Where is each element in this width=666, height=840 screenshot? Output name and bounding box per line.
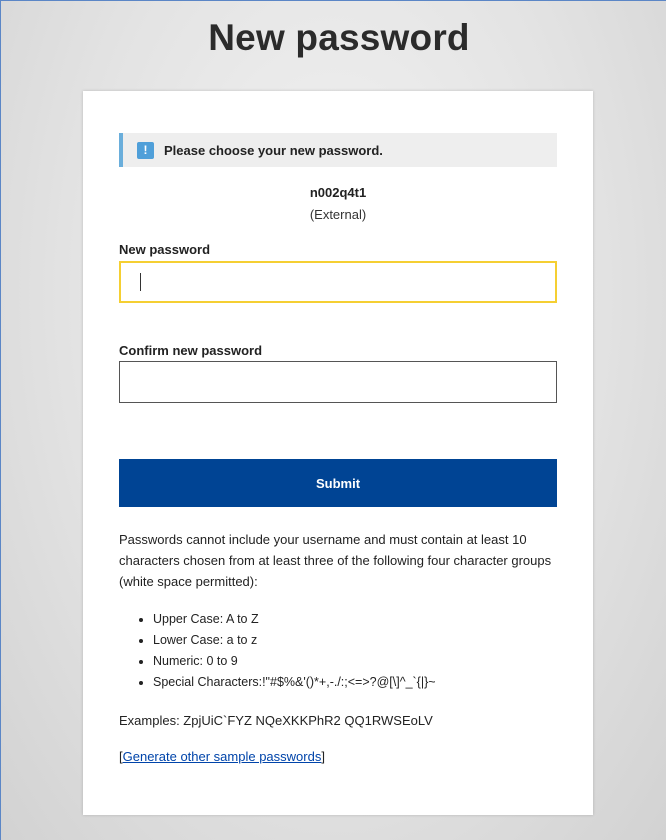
- page-title: New password: [208, 17, 470, 58]
- confirm-password-label: Confirm new password: [119, 343, 263, 358]
- rule-item-lower: Lower Case: a to z: [153, 630, 436, 651]
- generate-passwords: [Generate other sample passwords]: [119, 749, 325, 764]
- confirm-password-input[interactable]: [119, 361, 557, 403]
- new-password-label: New password: [119, 242, 211, 257]
- rule-item-special: Special Characters:!"#$%&'()*+,-./:;<=>?…: [153, 672, 436, 693]
- new-password-input[interactable]: [119, 261, 557, 303]
- password-examples: Examples: ZpjUiC`FYZ NQeXKKPhR2 QQ1RWSEo…: [119, 713, 433, 728]
- user-type: (External): [309, 207, 367, 222]
- text-caret: [140, 273, 141, 291]
- username: n002q4t1: [309, 185, 367, 200]
- bracket-close: ]: [321, 749, 325, 764]
- generate-passwords-link[interactable]: Generate other sample passwords: [123, 749, 322, 764]
- exclamation-icon: !: [137, 141, 154, 159]
- password-card: ! Please choose your new password. n002q…: [83, 91, 593, 815]
- password-rules-intro: Passwords cannot include your username a…: [119, 532, 552, 589]
- info-notice: ! Please choose your new password.: [119, 133, 557, 167]
- notice-text: Please choose your new password.: [164, 142, 383, 158]
- submit-button[interactable]: Submit: [119, 459, 557, 507]
- rule-item-numeric: Numeric: 0 to 9: [153, 651, 436, 672]
- password-rules-list: Upper Case: A to Z Lower Case: a to z Nu…: [119, 609, 436, 693]
- rule-item-upper: Upper Case: A to Z: [153, 609, 436, 630]
